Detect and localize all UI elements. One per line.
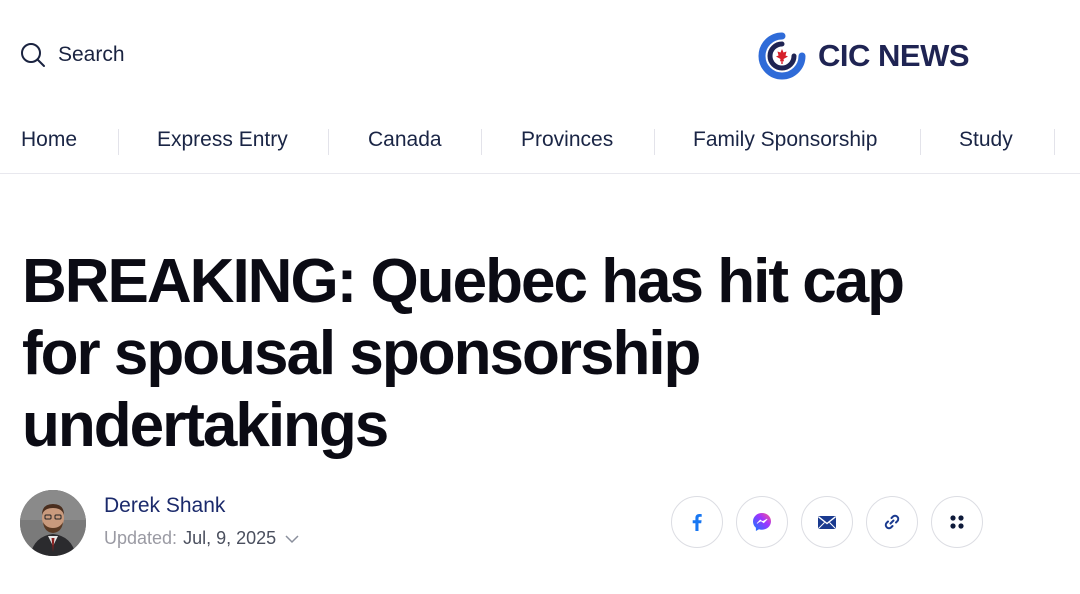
main-nav: Home Express Entry Canada Provinces Fami… bbox=[0, 112, 1080, 174]
nav-item-study[interactable]: Study bbox=[959, 128, 1013, 152]
nav-divider bbox=[118, 129, 119, 155]
share-bar bbox=[671, 496, 983, 548]
nav-item-express-entry[interactable]: Express Entry bbox=[157, 128, 288, 152]
messenger-icon bbox=[753, 513, 771, 531]
updated-label: Updated: bbox=[104, 528, 178, 548]
search-button[interactable]: Search bbox=[20, 42, 125, 68]
nav-item-family-sponsorship[interactable]: Family Sponsorship bbox=[693, 128, 877, 152]
article-page: Search CIC NEWS Home Express Entry Canad… bbox=[0, 0, 1080, 594]
author-name[interactable]: Derek Shank bbox=[104, 494, 225, 518]
site-logo[interactable]: CIC NEWS bbox=[756, 32, 970, 80]
facebook-icon bbox=[692, 514, 702, 531]
nav-divider bbox=[328, 129, 329, 155]
author-photo bbox=[20, 490, 86, 556]
share-link-button[interactable] bbox=[866, 496, 918, 548]
share-more-button[interactable] bbox=[931, 496, 983, 548]
nav-item-provinces[interactable]: Provinces bbox=[521, 128, 613, 152]
updated-date: Jul, 9, 2025 bbox=[183, 528, 277, 548]
nav-divider bbox=[481, 129, 482, 155]
updated-dropdown[interactable]: Updated: Jul, 9, 2025 bbox=[104, 528, 300, 549]
share-email-button[interactable] bbox=[801, 496, 853, 548]
share-messenger-button[interactable] bbox=[736, 496, 788, 548]
more-icon bbox=[950, 515, 964, 529]
share-facebook-button[interactable] bbox=[671, 496, 723, 548]
link-icon bbox=[884, 514, 900, 530]
article-headline: BREAKING: Quebec has hit cap for spousal… bbox=[22, 247, 905, 460]
top-bar: Search CIC NEWS bbox=[0, 0, 1080, 112]
nav-divider bbox=[1054, 129, 1055, 155]
search-label: Search bbox=[58, 43, 125, 66]
nav-divider bbox=[920, 129, 921, 155]
nav-item-home[interactable]: Home bbox=[21, 128, 77, 152]
search-icon bbox=[21, 43, 45, 67]
logo-text: CIC NEWS bbox=[818, 38, 970, 73]
email-icon bbox=[818, 516, 836, 529]
nav-item-canada[interactable]: Canada bbox=[368, 128, 442, 152]
avatar[interactable] bbox=[20, 490, 86, 556]
maple-leaf-logo-icon bbox=[758, 32, 806, 80]
nav-divider bbox=[654, 129, 655, 155]
author-block: Derek Shank Updated: Jul, 9, 2025 bbox=[20, 490, 420, 556]
chevron-down-icon bbox=[285, 534, 299, 543]
